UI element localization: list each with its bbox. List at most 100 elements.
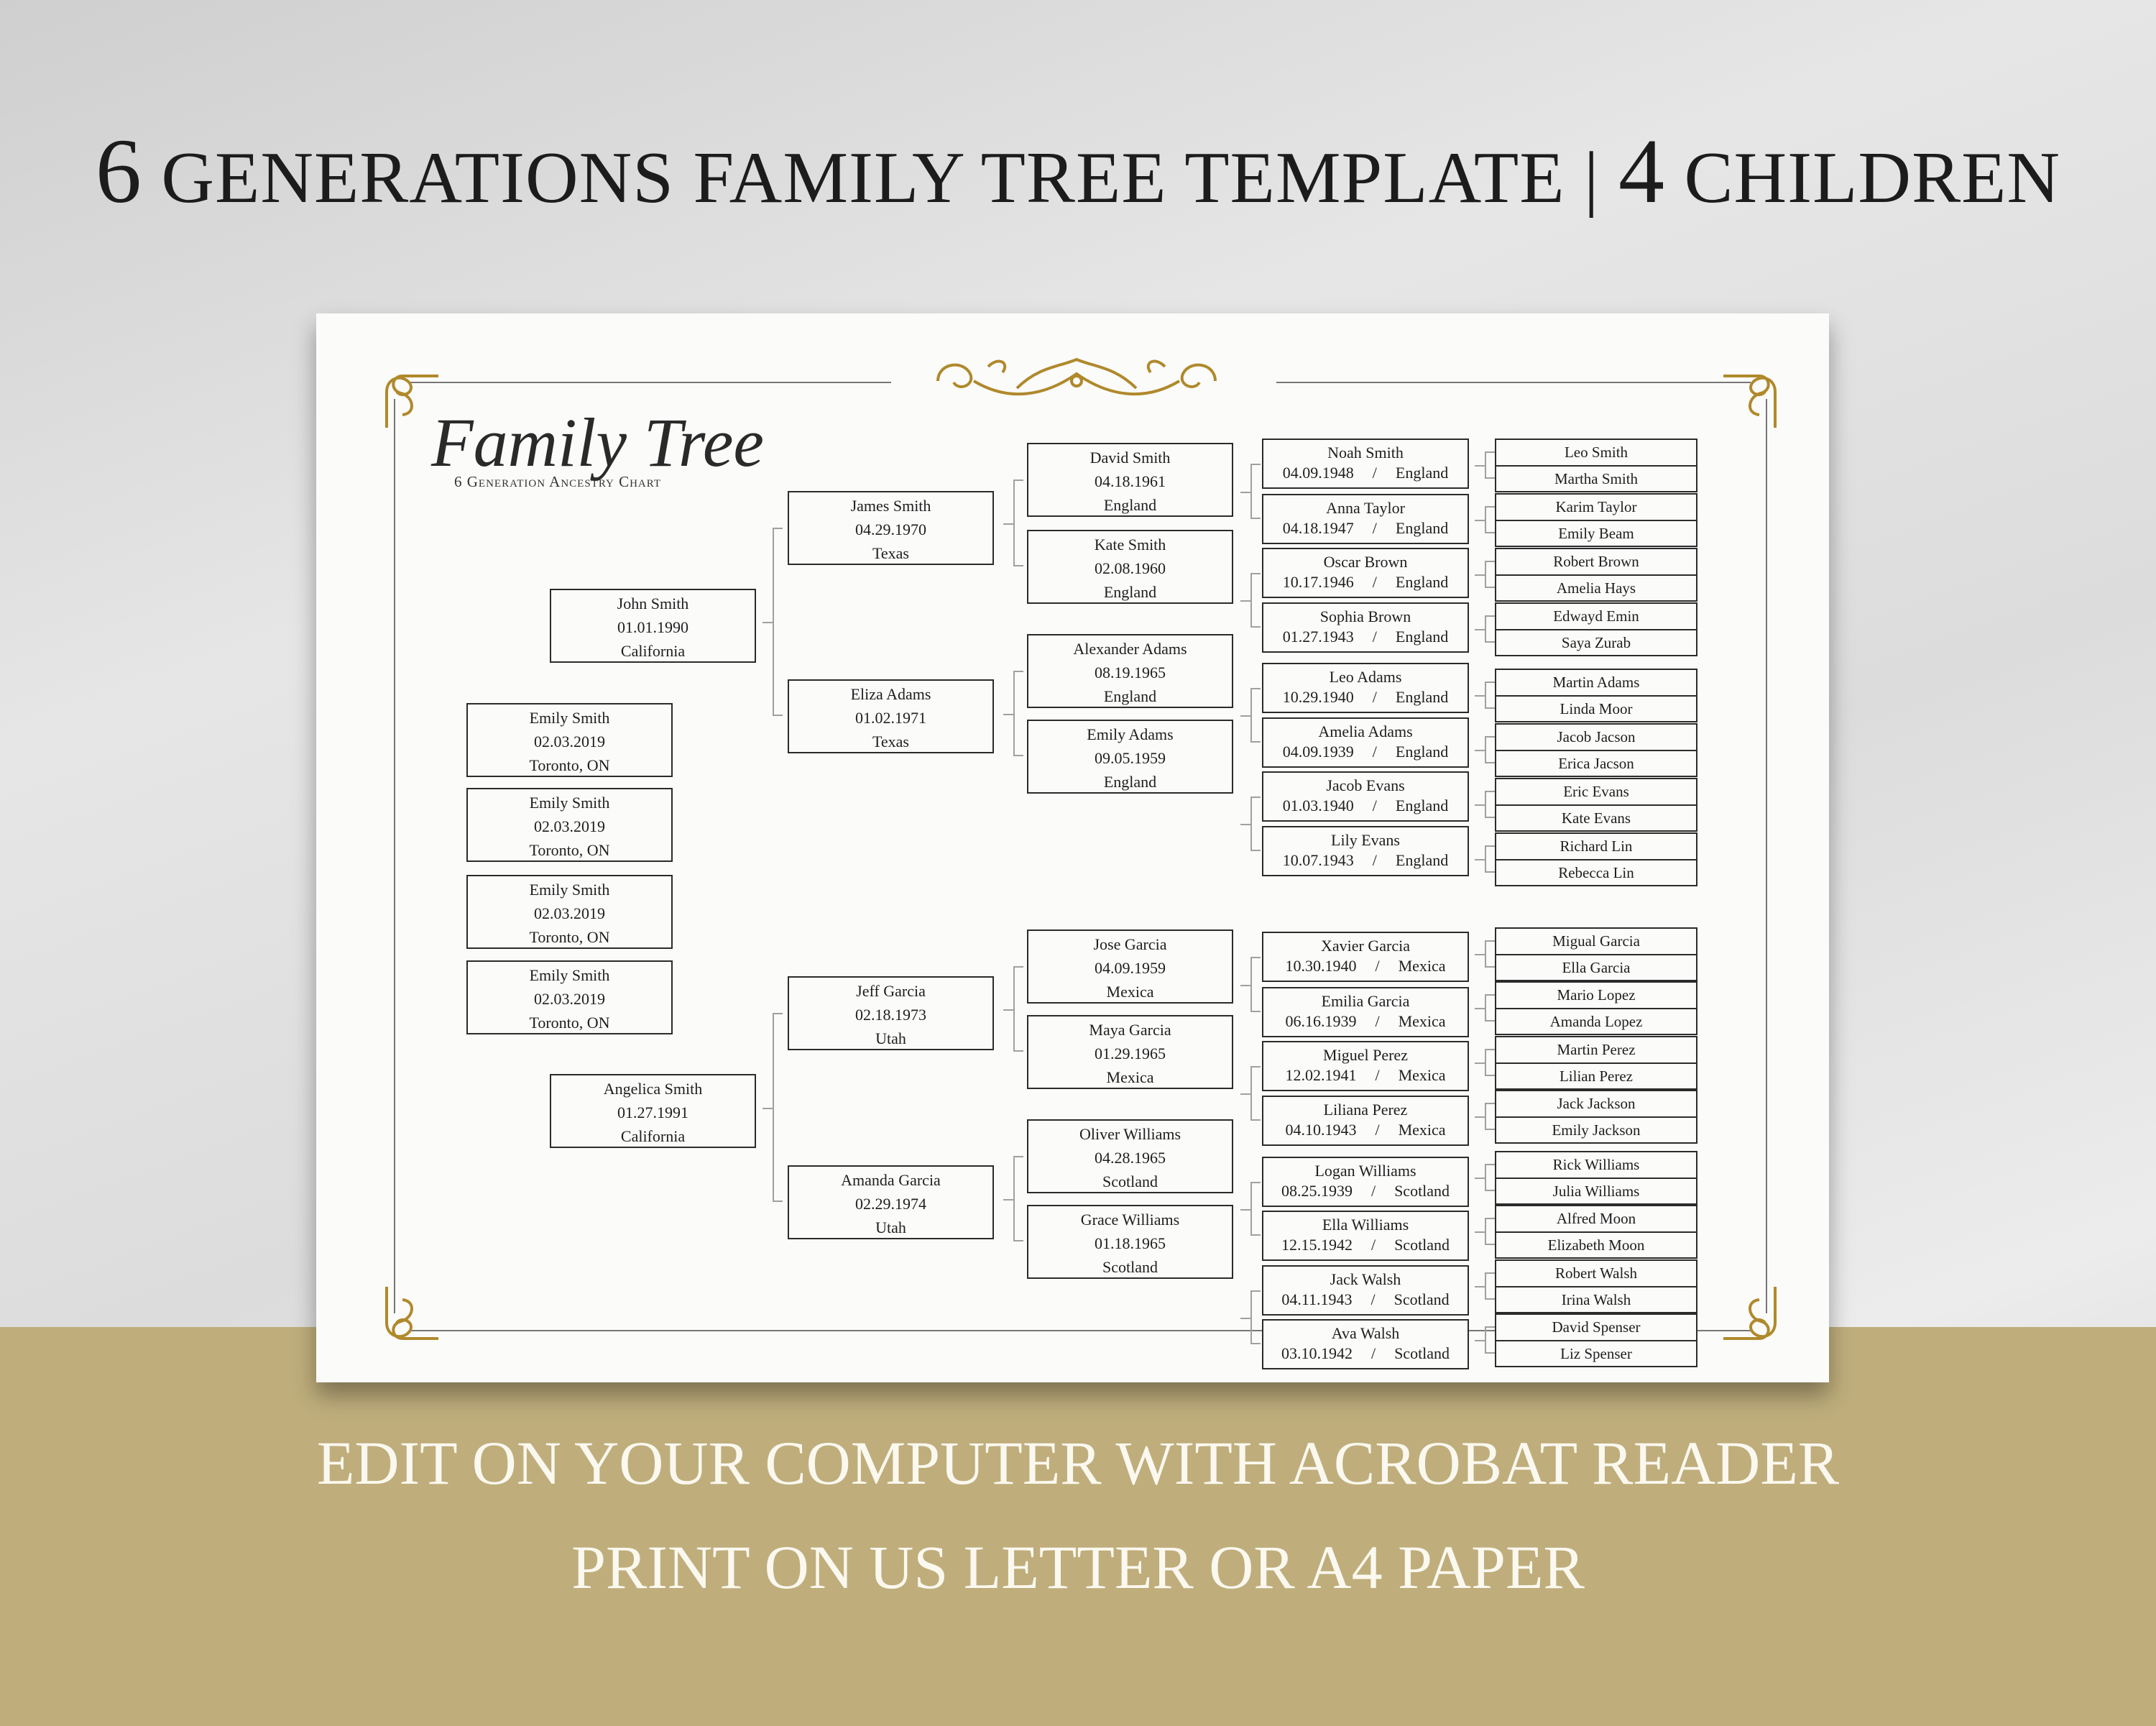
couple-box[interactable]: Leo Smith Martha Smith bbox=[1495, 439, 1697, 492]
headline-separator: | bbox=[1584, 137, 1600, 219]
couple-box[interactable]: Eric Evans Kate Evans bbox=[1495, 778, 1697, 832]
connector-tick bbox=[1475, 629, 1485, 630]
date-place-line: 12.02.1941 / Mexica bbox=[1263, 1065, 1468, 1085]
person-name: Lilian Perez bbox=[1496, 1062, 1696, 1089]
connector-tick bbox=[1240, 491, 1250, 493]
person-birth-place: Scotland bbox=[1394, 1182, 1450, 1200]
person-box[interactable]: Oliver Williams 04.28.1965 Scotland bbox=[1027, 1119, 1233, 1193]
connector-bracket bbox=[1485, 1218, 1495, 1245]
person-box[interactable]: Amanda Garcia 02.29.1974 Utah bbox=[788, 1165, 994, 1239]
person-box[interactable]: Logan Williams 08.25.1939 / Scotland bbox=[1262, 1157, 1469, 1207]
person-name: Xavier Garcia bbox=[1321, 937, 1410, 955]
person-box[interactable]: Kate Smith 02.08.1960 England bbox=[1027, 530, 1233, 604]
person-box[interactable]: Angelica Smith 01.27.1991 California bbox=[550, 1074, 756, 1148]
person-name: Alexander Adams bbox=[1073, 640, 1187, 658]
person-birth-date: 04.11.1943 bbox=[1281, 1290, 1353, 1308]
connector-tick bbox=[763, 1107, 773, 1109]
person-name: Grace Williams bbox=[1080, 1211, 1180, 1229]
person-birth-place: England bbox=[1103, 496, 1157, 514]
person-box[interactable]: Ava Walsh 03.10.1942 / Scotland bbox=[1262, 1319, 1469, 1369]
person-box[interactable]: Ella Williams 12.15.1942 / Scotland bbox=[1262, 1211, 1469, 1261]
person-box[interactable]: Emilia Garcia 06.16.1939 / Mexica bbox=[1262, 987, 1469, 1037]
person-name: Mario Lopez bbox=[1557, 986, 1636, 1004]
person-box[interactable]: Jacob Evans 01.03.1940 / England bbox=[1262, 771, 1469, 822]
person-birth-date: 01.18.1965 bbox=[1095, 1234, 1166, 1252]
connector-bracket bbox=[1250, 573, 1261, 628]
person-box[interactable]: David Smith 04.18.1961 England bbox=[1027, 443, 1233, 517]
couple-box[interactable]: David Spenser Liz Spenser bbox=[1495, 1313, 1697, 1367]
frame-left bbox=[394, 399, 395, 1313]
couple-box[interactable]: Jacob Jacson Erica Jacson bbox=[1495, 723, 1697, 777]
person-birth-date: 02.03.2019 bbox=[534, 817, 605, 835]
person-box[interactable]: Grace Williams 01.18.1965 Scotland bbox=[1027, 1205, 1233, 1279]
person-birth-place: England bbox=[1103, 687, 1157, 705]
connector-bracket bbox=[1485, 561, 1495, 588]
couple-box[interactable]: Robert Walsh Irina Walsh bbox=[1495, 1259, 1697, 1313]
separator: / bbox=[1372, 688, 1377, 706]
person-box[interactable]: Leo Adams 10.29.1940 / England bbox=[1262, 663, 1469, 713]
person-box[interactable]: Emily Smith 02.03.2019 Toronto, ON bbox=[466, 960, 673, 1034]
connector-bracket bbox=[1485, 681, 1495, 709]
person-box[interactable]: Miguel Perez 12.02.1941 / Mexica bbox=[1262, 1041, 1469, 1091]
person-box[interactable]: Liliana Perez 04.10.1943 / Mexica bbox=[1262, 1096, 1469, 1146]
couple-box[interactable]: Richard Lin Rebecca Lin bbox=[1495, 832, 1697, 886]
corner-ornament-bottom-right-icon bbox=[1723, 1287, 1777, 1340]
person-box[interactable]: Jack Walsh 04.11.1943 / Scotland bbox=[1262, 1265, 1469, 1316]
person-box[interactable]: Emily Smith 02.03.2019 Toronto, ON bbox=[466, 788, 673, 862]
person-box[interactable]: John Smith 01.01.1990 California bbox=[550, 589, 756, 663]
connector-tick bbox=[1475, 1340, 1485, 1341]
person-birth-date: 02.08.1960 bbox=[1095, 559, 1166, 577]
couple-box[interactable]: Robert Brown Amelia Hays bbox=[1495, 548, 1697, 602]
person-box[interactable]: Oscar Brown 10.17.1946 / England bbox=[1262, 548, 1469, 598]
date-place-line: 01.03.1940 / England bbox=[1263, 796, 1468, 816]
person-box[interactable]: Noah Smith 04.09.1948 / England bbox=[1262, 439, 1469, 489]
couple-box[interactable]: Alfred Moon Elizabeth Moon bbox=[1495, 1205, 1697, 1259]
person-box[interactable]: Lily Evans 10.07.1943 / England bbox=[1262, 826, 1469, 876]
couple-box[interactable]: Jack Jackson Emily Jackson bbox=[1495, 1090, 1697, 1144]
person-name: Jeff Garcia bbox=[856, 982, 926, 1000]
person-name: Lily Evans bbox=[1331, 831, 1400, 849]
couple-box[interactable]: Migual Garcia Ella Garcia bbox=[1495, 927, 1697, 981]
person-birth-place: Toronto, ON bbox=[529, 756, 610, 774]
person-box[interactable]: Emily Smith 02.03.2019 Toronto, ON bbox=[466, 703, 673, 777]
connector-bracket bbox=[1250, 1182, 1261, 1236]
person-birth-date: 12.15.1942 bbox=[1281, 1236, 1353, 1254]
person-box[interactable]: Xavier Garcia 10.30.1940 / Mexica bbox=[1262, 932, 1469, 982]
person-box[interactable]: Emily Smith 02.03.2019 Toronto, ON bbox=[466, 875, 673, 949]
person-box[interactable]: Jeff Garcia 02.18.1973 Utah bbox=[788, 976, 994, 1050]
person-name: Linda Moor bbox=[1496, 694, 1696, 722]
person-box[interactable]: Maya Garcia 01.29.1965 Mexica bbox=[1027, 1015, 1233, 1089]
connector-tick bbox=[1475, 1008, 1485, 1009]
person-box[interactable]: Emily Adams 09.05.1959 England bbox=[1027, 720, 1233, 794]
top-ornament-icon bbox=[936, 357, 1217, 396]
person-name: Julia Williams bbox=[1496, 1177, 1696, 1204]
person-birth-place: Scotland bbox=[1102, 1172, 1158, 1190]
separator: / bbox=[1375, 957, 1380, 975]
connector-bracket bbox=[1485, 845, 1495, 873]
person-name: Jack Jackson bbox=[1557, 1095, 1636, 1112]
person-box[interactable]: Jose Garcia 04.09.1959 Mexica bbox=[1027, 929, 1233, 1004]
couple-box[interactable]: Mario Lopez Amanda Lopez bbox=[1495, 981, 1697, 1035]
couple-box[interactable]: Martin Adams Linda Moor bbox=[1495, 669, 1697, 722]
person-box[interactable]: Eliza Adams 01.02.1971 Texas bbox=[788, 679, 994, 753]
couple-box[interactable]: Rick Williams Julia Williams bbox=[1495, 1151, 1697, 1205]
connector-bracket bbox=[1485, 994, 1495, 1022]
person-birth-place: Toronto, ON bbox=[529, 1014, 610, 1032]
person-birth-place: England bbox=[1395, 519, 1449, 537]
separator: / bbox=[1375, 1121, 1380, 1139]
couple-box[interactable]: Edwayd Emin Saya Zurab bbox=[1495, 602, 1697, 656]
person-box[interactable]: Alexander Adams 08.19.1965 England bbox=[1027, 634, 1233, 708]
person-birth-place: England bbox=[1395, 464, 1449, 482]
person-box[interactable]: Amelia Adams 04.09.1939 / England bbox=[1262, 717, 1469, 768]
couple-box[interactable]: Karim Taylor Emily Beam bbox=[1495, 493, 1697, 547]
person-box[interactable]: Anna Taylor 04.18.1947 / England bbox=[1262, 494, 1469, 544]
person-birth-date: 04.09.1939 bbox=[1282, 743, 1354, 761]
separator: / bbox=[1375, 1012, 1380, 1030]
connector-bracket bbox=[773, 1013, 783, 1202]
connector-bracket bbox=[1250, 797, 1261, 851]
connector-bracket bbox=[1485, 791, 1495, 818]
couple-box[interactable]: Martin Perez Lilian Perez bbox=[1495, 1036, 1697, 1090]
person-name: Ella Garcia bbox=[1496, 953, 1696, 981]
person-box[interactable]: James Smith 04.29.1970 Texas bbox=[788, 491, 994, 565]
person-box[interactable]: Sophia Brown 01.27.1943 / England bbox=[1262, 602, 1469, 653]
